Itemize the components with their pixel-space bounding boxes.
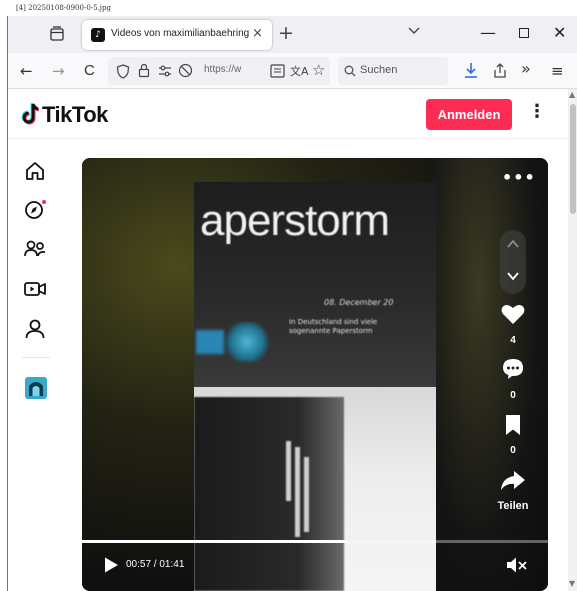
progress-bar[interactable] (82, 540, 548, 543)
reload-icon[interactable]: C (84, 62, 95, 80)
comment-count: 0 (510, 390, 516, 401)
lock-icon[interactable] (138, 63, 150, 78)
maximize-icon[interactable] (519, 28, 529, 38)
save-count: 0 (510, 445, 516, 456)
video-frame-title: aperstorm (200, 196, 390, 245)
play-icon[interactable] (102, 556, 120, 574)
explore-icon[interactable] (23, 197, 47, 221)
video-frame-emblem (224, 322, 270, 362)
tab-close-icon[interactable]: × (252, 26, 263, 41)
search-input[interactable]: Suchen (360, 64, 397, 76)
permissions-icon[interactable] (158, 65, 172, 77)
mute-icon[interactable] (506, 556, 528, 574)
scroll-up-icon[interactable]: ▲ (569, 90, 575, 99)
forward-icon[interactable]: → (52, 62, 65, 80)
progress-fill (82, 540, 347, 543)
tiktok-note-icon (22, 102, 40, 125)
tab-title: Videos von maximilianbaehring (111, 28, 249, 39)
autoplay-blocked-icon[interactable] (178, 63, 193, 78)
video-frame-date: 08. December 20 (324, 298, 394, 307)
creator-avatar[interactable] (24, 376, 48, 400)
page-scrollbar[interactable]: ▲ ▼ (568, 89, 577, 591)
search-icon (344, 65, 356, 77)
video-frame-subtext: In Deutschland sind viele sogenannte Pap… (289, 318, 378, 335)
sidebar-divider (22, 357, 50, 358)
tab-active[interactable]: ♪ Videos von maximilianbaehring × (82, 20, 272, 50)
tiktok-header: TikTok Anmelden ⋮ (8, 89, 568, 139)
minimize-icon[interactable]: — (480, 23, 496, 42)
like-heart-icon[interactable] (500, 303, 526, 325)
login-button[interactable]: Anmelden (426, 99, 512, 130)
notification-dot (42, 200, 46, 204)
scroll-down-icon[interactable]: ▼ (569, 579, 575, 588)
profile-icon[interactable] (23, 317, 47, 341)
video-frame-paper (194, 387, 436, 591)
translate-icon[interactable]: 文A (290, 63, 309, 79)
shield-icon[interactable] (116, 64, 130, 79)
reader-view-icon[interactable] (270, 64, 285, 78)
video-frame: aperstorm 08. December 20 In Deutschland… (194, 182, 436, 591)
comment-icon[interactable] (500, 358, 526, 380)
live-icon[interactable] (23, 277, 47, 301)
url-text: https://w (204, 64, 242, 75)
search-bar[interactable]: Suchen (338, 57, 448, 85)
like-count: 4 (510, 335, 516, 346)
video-more-options-icon[interactable]: ••• (502, 168, 536, 187)
share-page-icon[interactable] (493, 62, 507, 79)
nav-toolbar: ← → C https://w 文A ☆ Suchen » ≡ (8, 53, 577, 89)
url-bar[interactable]: https://w 文A ☆ (108, 57, 330, 85)
back-icon[interactable]: ← (20, 62, 33, 80)
tab-strip: ♪ Videos von maximilianbaehring × + — ✕ (8, 16, 577, 53)
video-frame-emblem-left (196, 330, 224, 354)
share-label[interactable]: Teilen (482, 500, 544, 512)
following-icon[interactable] (23, 237, 47, 261)
overflow-icon[interactable]: » (521, 60, 531, 78)
menu-icon[interactable]: ≡ (551, 62, 564, 80)
more-options-icon[interactable]: ⋮ (528, 101, 546, 122)
browser-window: ♪ Videos von maximilianbaehring × + — ✕ … (7, 16, 577, 591)
new-tab-icon[interactable]: + (278, 22, 294, 44)
close-icon[interactable]: ✕ (553, 23, 566, 42)
bookmark-icon[interactable] (500, 414, 526, 436)
chevron-down-icon[interactable] (407, 26, 421, 36)
file-label: [4] 20250108-0900-0-5.jpg (16, 4, 111, 12)
time-display: 00:57 / 01:41 (126, 559, 185, 570)
tiktok-icon: ♪ (91, 28, 105, 42)
download-icon[interactable] (463, 62, 479, 79)
chevron-down-icon[interactable] (505, 268, 521, 284)
bookmark-star-icon[interactable]: ☆ (312, 61, 325, 79)
tiktok-logo-text: TikTok (42, 102, 108, 127)
video-player[interactable]: aperstorm 08. December 20 In Deutschland… (82, 158, 548, 591)
chevron-up-icon[interactable] (505, 236, 521, 252)
home-icon[interactable] (23, 159, 47, 183)
page-content: TikTok Anmelden ⋮ aperstorm 08. December… (8, 89, 568, 591)
scroll-thumb[interactable] (570, 104, 576, 214)
tab-list-icon[interactable] (48, 25, 66, 43)
share-arrow-icon[interactable] (500, 469, 526, 491)
video-blur-background-right (432, 158, 548, 591)
